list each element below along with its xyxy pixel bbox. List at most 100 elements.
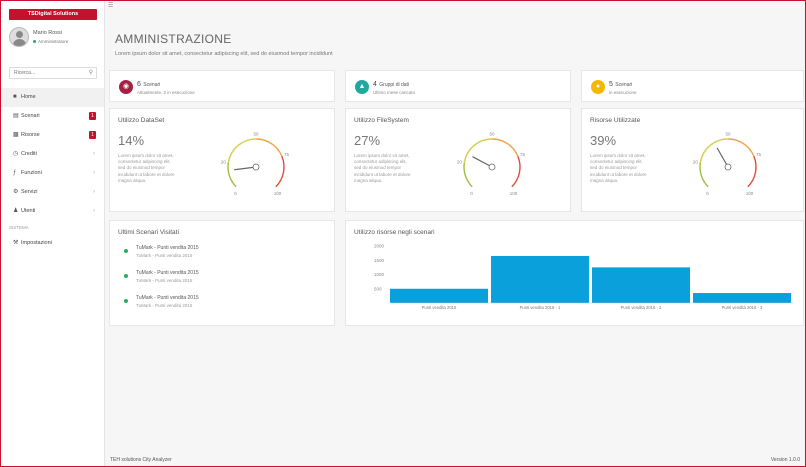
gauge-band (747, 156, 757, 188)
wrench-icon: ⚒ (13, 240, 19, 246)
sidebar-item-crediti[interactable]: ◷ Crediti › (1, 145, 104, 164)
bar (592, 267, 690, 303)
gauge-min-label: 0 (706, 191, 709, 196)
user-status-label: Amministratore (38, 39, 69, 44)
stat-subtitle: Ultimo mese caricato (373, 90, 416, 95)
sidebar-item-utenti[interactable]: ♟ Utenti › (1, 202, 104, 221)
y-tick-label: 1500 (374, 258, 385, 263)
gauge-card-filesystem: Utilizzo FileSystem 27% Lorem ipsum dolo… (345, 108, 571, 212)
stat-card-esecuzione[interactable]: ● 5 Scenari in esecuzione (581, 70, 804, 102)
x-tick-label: Punti vendita 2016 - 2 (621, 305, 662, 310)
y-tick-label: 500 (374, 286, 382, 291)
badge-count: 1 (89, 131, 96, 139)
gauge-tick-label: 75 (520, 152, 526, 157)
avatar[interactable] (9, 27, 29, 47)
page-subtitle: Lorem ipsum dolor sit amet, consectetur … (115, 51, 333, 57)
y-tick-label: 1000 (374, 272, 385, 277)
stat-subtitle: in esecuzione (609, 90, 637, 95)
gauge-min-label: 0 (234, 191, 237, 196)
gauge-band (275, 156, 285, 188)
home-icon: ■ (13, 94, 17, 100)
stat-subtitle: Attualmente, 2 in esecuzione (137, 90, 195, 95)
chevron-right-icon: › (93, 189, 95, 195)
sidebar-item-label: Impostazioni (21, 240, 52, 246)
list-item-subtitle: TuMark - Punti vendita 2015 (136, 253, 193, 258)
gauge-band (491, 138, 519, 157)
stat-card-gruppi[interactable]: ▲ 4 Gruppi di dati Ultimo mese caricato (345, 70, 571, 102)
gauge-hub (488, 163, 496, 171)
sidebar-item-scenari[interactable]: ▤ Scenari 1 (1, 107, 104, 126)
gauge-hub (252, 163, 260, 171)
sidebar-item-label: Risorse (21, 132, 40, 138)
gauge-max-label: 100 (274, 191, 282, 196)
gauge: 20 50 75 0 100 (457, 132, 526, 196)
gauge: 20 50 75 0 100 (221, 132, 290, 196)
gauge-tick-label: 75 (284, 152, 290, 157)
gauge-min-label: 0 (470, 191, 473, 196)
card-title: Risorse Utilizzate (590, 117, 641, 124)
sidebar-item-label: Crediti (21, 151, 37, 157)
stat-number: 4 (373, 81, 377, 88)
online-dot-icon (33, 40, 36, 44)
menu-toggle-icon[interactable]: ☰ (108, 2, 113, 9)
stat-label: Scenari (143, 82, 161, 88)
function-icon: ƒ (13, 170, 17, 176)
gauge-percent: 27% (354, 133, 381, 148)
bar (390, 288, 488, 303)
gauge-max-label: 100 (746, 191, 754, 196)
stat-card-scenari[interactable]: ◉ 6 Scenari Attualmente, 2 in esecuzione (109, 70, 335, 102)
sidebar-item-impostazioni[interactable]: ⚒ Impostazioni (1, 234, 104, 253)
stat-number: 5 (609, 81, 613, 88)
gauge-band (227, 138, 257, 163)
sidebar-item-home[interactable]: ■ Home (1, 88, 104, 107)
gauge-percent: 14% (118, 133, 145, 148)
list-item-title: TuMark - Punti vendita 2015 (136, 245, 199, 251)
visited-scenarios-card: Ultimi Scenari Visitati TuMark - Punti v… (109, 220, 335, 326)
sidebar: TSDigital Solutions Mario Rossi Amminist… (1, 1, 105, 466)
gauge-card-dataset: Utilizzo DataSet 14% Lorem ipsum dolor s… (109, 108, 335, 212)
stat-label: Scenari (615, 82, 633, 88)
badge-count: 1 (89, 112, 96, 120)
gauge-max-label: 100 (510, 191, 518, 196)
sidebar-item-funzioni[interactable]: ƒ Funzioni › (1, 164, 104, 183)
gauge-band (255, 138, 283, 157)
chevron-right-icon: › (93, 170, 95, 176)
online-dot-icon (124, 299, 128, 303)
sidebar-item-label: Utenti (21, 208, 36, 214)
gauge-band (463, 162, 473, 188)
list-item-subtitle: TuMark - Punti vendita 2015 (136, 278, 193, 283)
search-icon[interactable]: ⚲ (89, 69, 93, 76)
sidebar-item-risorse[interactable]: ▩ Risorse 1 (1, 126, 104, 145)
stat-title: 4 Gruppi di dati (373, 81, 409, 88)
gauge-card-risorse: Risorse Utilizzate 39% Lorem ipsum dolor… (581, 108, 804, 212)
user-name: Mario Rossi (33, 30, 63, 36)
online-dot-icon (124, 274, 128, 278)
sidebar-item-servizi[interactable]: ⚙ Servizi › (1, 183, 104, 202)
gauge-tick-label: 50 (725, 132, 731, 137)
database-icon: ▩ (13, 132, 19, 138)
stat-label: Gruppi di dati (379, 82, 410, 88)
gauge-percent: 39% (590, 133, 617, 148)
sidebar-nav: ■ Home ▤ Scenari 1 ▩ Risorse 1 ◷ Crediti › ƒ Fun… (1, 88, 104, 253)
sidebar-search: ⚲ (9, 67, 97, 79)
bar (693, 293, 791, 303)
gauge: 20 50 75 0 100 (693, 132, 762, 196)
card-description: Lorem ipsum dolor sit amet, consectetur … (590, 153, 647, 183)
sidebar-item-label: Scenari (21, 113, 40, 119)
search-input[interactable] (10, 68, 88, 78)
users-icon: ♟ (13, 208, 19, 214)
brand-logo[interactable]: TSDigital Solutions (9, 9, 97, 20)
stat-number: 6 (137, 81, 141, 88)
user-status: Amministratore (33, 39, 68, 44)
chevron-right-icon: › (93, 151, 95, 157)
gauge-tick-label: 75 (756, 152, 762, 157)
gauge-tick-label: 20 (221, 159, 227, 164)
list-item-title: TuMark - Punti vendita 2015 (136, 270, 199, 276)
clock-icon: ◷ (13, 151, 19, 157)
gauge-band (227, 162, 237, 188)
x-tick-label: Punti vendita 2015 (422, 305, 457, 310)
gauge-tick-label: 50 (489, 132, 495, 137)
sidebar-item-label: Home (21, 94, 36, 100)
stat-title: 5 Scenari (609, 81, 632, 88)
user-panel: Mario Rossi Amministratore (9, 27, 99, 49)
